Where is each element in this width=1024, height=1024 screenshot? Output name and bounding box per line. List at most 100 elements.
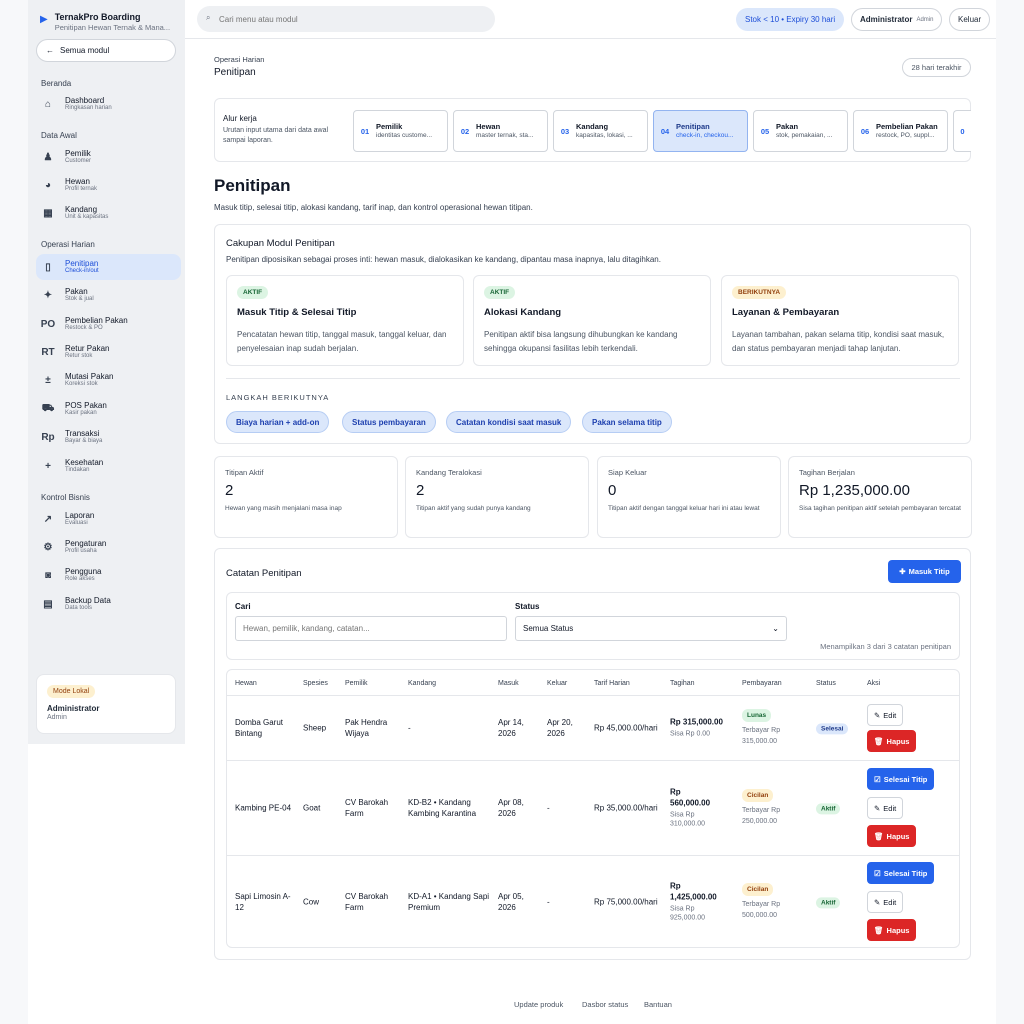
sidebar-item-penitipan[interactable]: ▯ Penitipan Check-in/out bbox=[36, 254, 181, 280]
edit-button[interactable]: ✎ Edit bbox=[867, 891, 904, 913]
status-select-value: Semua Status bbox=[523, 624, 574, 633]
delete-button[interactable]: 🗑 Hapus bbox=[867, 825, 917, 847]
all-modules-label: Semua modul bbox=[60, 46, 110, 55]
search-icon: ⌕ bbox=[206, 13, 211, 22]
sidebar-item-kandang[interactable]: ▦ Kandang Unit & kapasitas bbox=[36, 200, 181, 226]
workflow-step-kandang[interactable]: 03 Kandang kapasitas, lokasi, ... bbox=[553, 110, 648, 152]
logout-button[interactable]: Keluar bbox=[949, 8, 991, 31]
sidebar-item-pengguna[interactable]: ◙ Pengguna Role akses bbox=[36, 562, 181, 588]
sidebar-item-laporan[interactable]: ↗ Laporan Evaluasi bbox=[36, 506, 181, 532]
selesai-titip-button[interactable]: ☑ Selesai Titip bbox=[867, 862, 935, 884]
step-sub: identitas custome... bbox=[376, 132, 432, 140]
module-card-title: Alokasi Kandang bbox=[484, 307, 562, 318]
step-label: Pemilik bbox=[376, 121, 403, 131]
stat-desc: Sisa tagihan penitipan aktif setelah pem… bbox=[799, 505, 961, 512]
chevron-down-icon: ⌄ bbox=[772, 624, 779, 633]
check-icon: ☑ bbox=[874, 774, 881, 784]
workflow-step-penitipan[interactable]: 04 Penitipan check-in, checkou... bbox=[653, 110, 748, 152]
records-search-input[interactable] bbox=[235, 616, 507, 641]
workflow-step-pakan[interactable]: 05 Pakan stok, pemakaian, ... bbox=[753, 110, 848, 152]
column-header: Keluar bbox=[547, 680, 568, 687]
topbar: ⌕ Stok < 10 • Expiry 30 hari Administrat… bbox=[185, 0, 996, 39]
sidebar-item-dashboard[interactable]: ⌂ Dashboard Ringkasan harian bbox=[36, 91, 181, 117]
sidebar-item-sub: Customer bbox=[65, 158, 92, 165]
delete-button[interactable]: 🗑 Hapus bbox=[867, 919, 917, 941]
tagihan-sisa: Sisa Rp 310,000.00 bbox=[670, 810, 706, 828]
status-badge: Aktif bbox=[816, 897, 841, 909]
cell-masuk: Apr 05, 2026 bbox=[498, 891, 524, 912]
user-menu[interactable]: Administrator Admin bbox=[851, 8, 943, 31]
status-badge: AKTIF bbox=[237, 286, 269, 299]
gear-icon: ⚙ bbox=[43, 541, 53, 553]
stock-alert-badge[interactable]: Stok < 10 • Expiry 30 hari bbox=[736, 8, 845, 31]
sidebar-item-pos-pakan[interactable]: ⛟ POS Pakan Kasir pakan bbox=[36, 396, 181, 422]
step-label: Penitipan bbox=[676, 121, 710, 131]
all-modules-button[interactable]: ← Semua modul bbox=[36, 39, 176, 62]
sidebar-item-pembelian-pakan[interactable]: PO Pembelian Pakan Restock & PO bbox=[36, 311, 181, 337]
status-select[interactable]: Semua Status ⌄ bbox=[515, 616, 787, 641]
sidebar-item-pakan[interactable]: ✦ Pakan Stok & jual bbox=[36, 282, 181, 308]
next-step-chip[interactable]: Biaya harian + add-on bbox=[226, 411, 330, 433]
workflow-panel: Alur kerja Urutan input utama dari data … bbox=[214, 98, 971, 162]
status-badge: AKTIF bbox=[484, 286, 516, 299]
return-icon: RT bbox=[41, 346, 55, 358]
sidebar-item-transaksi[interactable]: Rp Transaksi Bayar & biaya bbox=[36, 424, 181, 450]
sidebar-item-label: Retur Pakan bbox=[65, 343, 110, 353]
brand[interactable]: ▶ TernakPro Boarding Penitipan Hewan Ter… bbox=[40, 12, 170, 32]
cell-masuk: Apr 14, 2026 bbox=[498, 717, 524, 738]
sidebar-item-label: Dashboard bbox=[65, 95, 105, 105]
table-row: Kambing PE-04 Goat CV Barokah Farm KD-B2… bbox=[227, 761, 959, 855]
footer-link-status[interactable]: Dasbor status bbox=[582, 1000, 628, 1009]
home-icon: ⌂ bbox=[44, 98, 52, 110]
sidebar-item-sub: Profil ternak bbox=[65, 186, 98, 193]
clipboard-icon: ▯ bbox=[45, 261, 51, 273]
next-step-chip[interactable]: Pakan selama titip bbox=[582, 411, 672, 433]
chart-icon: ↗ bbox=[43, 513, 53, 525]
module-card-masuk-titip: AKTIF Masuk Titip & Selesai Titip Pencat… bbox=[226, 275, 464, 366]
cell-masuk: Apr 08, 2026 bbox=[498, 797, 524, 818]
feed-icon: ✦ bbox=[43, 289, 53, 301]
sidebar-item-sub: Ringkasan harian bbox=[65, 105, 112, 112]
footer-link-update[interactable]: Update produk bbox=[514, 1000, 563, 1009]
pencil-icon: ✎ bbox=[874, 803, 881, 813]
workflow-step-pembelian-pakan[interactable]: 06 Pembelian Pakan restock, PO, suppl... bbox=[853, 110, 948, 152]
sidebar-item-retur-pakan[interactable]: RT Retur Pakan Retur stok bbox=[36, 339, 181, 365]
sidebar-item-pemilik[interactable]: ♟ Pemilik Customer bbox=[36, 144, 181, 170]
sidebar-item-kesehatan[interactable]: + Kesehatan Tindakan bbox=[36, 453, 181, 479]
plus-icon: + bbox=[45, 460, 51, 472]
search-input[interactable] bbox=[197, 6, 495, 32]
selesai-titip-button[interactable]: ☑ Selesai Titip bbox=[867, 768, 935, 790]
workflow-step-pemilik[interactable]: 01 Pemilik identitas custome... bbox=[353, 110, 448, 152]
sidebar-item-pengaturan[interactable]: ⚙ Pengaturan Profil usaha bbox=[36, 534, 181, 560]
workflow-step-hewan[interactable]: 02 Hewan master ternak, sta... bbox=[453, 110, 548, 152]
sidebar-item-mutasi-pakan[interactable]: ± Mutasi Pakan Koreksi stok bbox=[36, 367, 181, 393]
step-number: 01 bbox=[360, 126, 370, 136]
sidebar-item-backup-data[interactable]: ▤ Backup Data Data tools bbox=[36, 591, 181, 617]
column-header: Kandang bbox=[408, 680, 437, 687]
delete-label: Hapus bbox=[886, 925, 910, 935]
next-step-chip[interactable]: Catatan kondisi saat masuk bbox=[446, 411, 572, 433]
sidebar-item-hewan[interactable]: ◕ Hewan Profil ternak bbox=[36, 172, 181, 198]
stat-label: Kandang Teralokasi bbox=[416, 468, 482, 477]
sidebar-item-label: Backup Data bbox=[65, 595, 111, 605]
period-filter[interactable]: 28 hari terakhir bbox=[902, 58, 971, 77]
column-header: Status bbox=[816, 680, 836, 687]
footer-link-help[interactable]: Bantuan bbox=[644, 1000, 672, 1009]
workflow-step-next[interactable]: 0 bbox=[953, 110, 971, 152]
stat-value: 0 bbox=[608, 482, 617, 499]
next-step-chip[interactable]: Status pembayaran bbox=[342, 411, 436, 433]
edit-button[interactable]: ✎ Edit bbox=[867, 797, 904, 819]
sidebar-item-label: Pengguna bbox=[65, 566, 102, 576]
filter-panel: Cari Status Semua Status ⌄ Menampilkan 3… bbox=[226, 592, 960, 660]
step-label: Kandang bbox=[576, 121, 609, 131]
edit-button[interactable]: ✎ Edit bbox=[867, 704, 904, 726]
status-label: Status bbox=[515, 602, 540, 611]
trash-icon: 🗑 bbox=[874, 925, 884, 935]
masuk-titip-button[interactable]: ✚ Masuk Titip bbox=[888, 560, 961, 583]
delete-button[interactable]: 🗑 Hapus bbox=[867, 730, 917, 752]
brand-subtitle: Penitipan Hewan Ternak & Mana... bbox=[54, 23, 171, 32]
module-card-desc: Layanan tambahan, pakan selama titip, ko… bbox=[732, 330, 945, 353]
sidebar-item-sub: Profil usaha bbox=[65, 548, 97, 555]
edit-label: Edit bbox=[883, 803, 897, 813]
cell-status: Selesai bbox=[816, 722, 849, 735]
